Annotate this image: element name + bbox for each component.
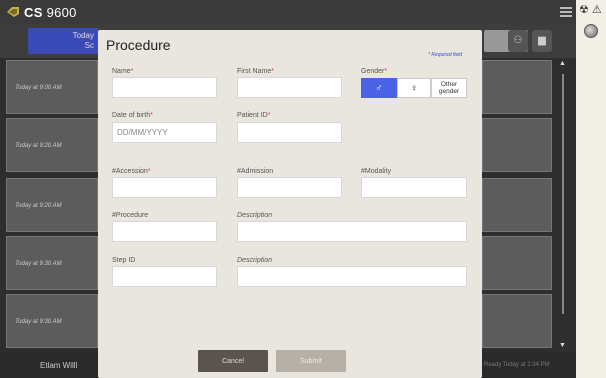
menu-icon[interactable] <box>560 7 572 17</box>
accession-label: #Accession* <box>112 168 151 175</box>
procedure-description-field[interactable] <box>237 221 467 242</box>
admission-label: #Admission <box>237 168 274 175</box>
list-item[interactable]: Today at 9:30 AM <box>6 294 98 348</box>
first-name-field[interactable] <box>237 77 342 98</box>
list-item-right[interactable] <box>482 236 552 290</box>
date-of-birth-field[interactable] <box>112 122 217 143</box>
first-name-label: First Name* <box>237 68 274 75</box>
dialog-title: Procedure <box>106 37 171 53</box>
male-icon: ♂ <box>375 82 383 94</box>
submit-button[interactable]: Submit <box>276 350 346 372</box>
modality-label: #Modality <box>361 168 391 175</box>
status-text: Ready Today at 2:34 PM <box>484 362 550 368</box>
gender-male-button[interactable]: ♂ <box>361 78 397 98</box>
radiation-warning-icon: ☢ ⚠ <box>579 4 602 16</box>
accession-field[interactable] <box>112 177 217 198</box>
name-label: Name* <box>112 68 134 75</box>
list-item-right[interactable] <box>482 60 552 114</box>
gender-label: Gender* <box>361 68 388 75</box>
scroll-down-icon[interactable]: ▼ <box>559 342 566 349</box>
name-field[interactable] <box>112 77 217 98</box>
app-title: CS 9600 <box>24 4 77 20</box>
date-filter-button[interactable]: Today Sc <box>28 28 98 54</box>
list-item-right[interactable] <box>482 178 552 232</box>
step-description-field[interactable] <box>237 266 467 287</box>
step-description-label: Description <box>237 257 273 264</box>
procedure-dialog: Procedure * Required field Name* First N… <box>98 30 482 378</box>
list-item[interactable]: Today at 9:30 AM <box>6 236 98 290</box>
modality-field[interactable] <box>361 177 467 198</box>
folder-icon[interactable]: ▆ <box>532 30 552 52</box>
list-item-right[interactable] <box>482 118 552 172</box>
description-label: Description <box>237 212 273 219</box>
step-id-field[interactable] <box>112 266 217 287</box>
scroll-up-icon[interactable]: ▲ <box>559 60 566 67</box>
gender-female-button[interactable]: ♀ <box>397 78 431 98</box>
add-patient-icon[interactable]: ⚇ <box>508 30 528 52</box>
list-item[interactable]: Today at 9:20 AM <box>6 178 98 232</box>
list-scrollbar[interactable]: ▲ ▼ <box>556 60 570 350</box>
dob-label: Date of birth* <box>112 112 153 119</box>
scroll-thumb[interactable] <box>562 74 564 314</box>
gender-other-button[interactable]: Other gender <box>431 78 467 98</box>
user-name: Etlam Willl <box>40 361 78 370</box>
procedure-label: #Procedure <box>112 212 149 219</box>
patient-id-field[interactable] <box>237 122 342 143</box>
gender-selector: ♂ ♀ Other gender <box>361 78 467 98</box>
list-item[interactable]: Today at 9:00 AM <box>6 60 98 114</box>
step-id-label: Step ID <box>112 257 136 264</box>
admission-field[interactable] <box>237 177 342 198</box>
exam-list: Today at 9:00 AM Today at 9:20 AM Today … <box>6 60 98 350</box>
right-panel: ☢ ⚠ <box>576 0 606 378</box>
app-title-bar: CS 9600 <box>0 0 576 24</box>
female-icon: ♀ <box>410 82 418 94</box>
patient-id-label: Patient ID* <box>237 112 271 119</box>
procedure-field[interactable] <box>112 221 217 242</box>
required-field-note: * Required field <box>428 52 463 58</box>
status-orb-icon[interactable] <box>584 24 598 38</box>
list-item-right[interactable] <box>482 294 552 348</box>
list-item[interactable]: Today at 9:20 AM <box>6 118 98 172</box>
cancel-button[interactable]: Cancel <box>198 350 268 372</box>
logo-icon <box>7 7 19 17</box>
